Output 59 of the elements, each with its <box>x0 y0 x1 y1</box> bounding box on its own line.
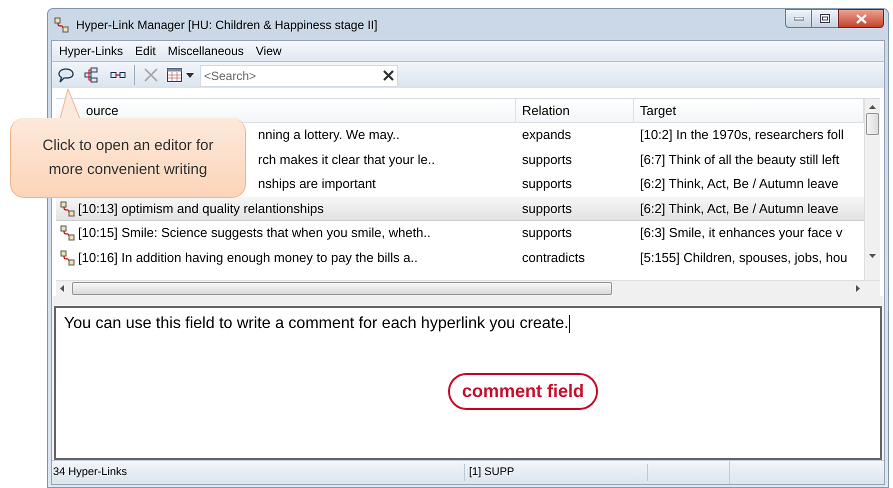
view-dropdown-button[interactable] <box>167 65 194 85</box>
close-icon <box>856 14 866 24</box>
table-cell-text: supports <box>521 200 573 218</box>
scroll-thumb[interactable] <box>866 113 879 135</box>
table-cell-text: supports <box>521 224 573 242</box>
table-cell-text: supports <box>521 150 573 169</box>
menu-item[interactable]: View <box>250 42 287 60</box>
table-cell-text: [5:155] Children, spouses, jobs, hou <box>639 249 848 268</box>
hyperlink-icon <box>54 16 70 32</box>
minimize-button[interactable] <box>785 9 812 28</box>
table-cell-text: [6:3] Smile, it enhances your face v <box>639 224 844 242</box>
scroll-right-icon[interactable] <box>856 285 860 292</box>
status-text: 34 Hyper-Links <box>52 464 465 481</box>
scroll-thumb[interactable] <box>72 282 612 295</box>
hyperlink-icon <box>60 200 76 217</box>
chain-link-icon <box>110 71 126 79</box>
table-row[interactable]: [10:13] optimism and quality relantionships supports [6:2] Think, Act, Be / Autumn leave <box>56 196 864 222</box>
hyperlink-icon <box>60 250 76 266</box>
scroll-up-icon[interactable] <box>869 105 876 109</box>
status-text: [1] SUPP <box>465 464 648 481</box>
table-cell-text: [6:2] Think, Act, Be / Autumn leave <box>639 200 840 218</box>
table-icon <box>167 68 182 82</box>
maximize-button[interactable] <box>812 9 838 28</box>
scroll-left-icon[interactable] <box>60 285 64 292</box>
comment-field-annotation: comment field <box>448 372 598 410</box>
menu-item[interactable]: Hyper-Links <box>54 42 128 60</box>
menu-item[interactable]: Edit <box>130 42 161 60</box>
table-cell-text: expands <box>521 126 572 144</box>
horizontal-scrollbar[interactable] <box>56 280 880 296</box>
caret-icon <box>186 72 194 78</box>
table-cell-text: [6:7] Think of all the beauty still left <box>639 150 840 169</box>
close-button[interactable] <box>838 9 884 28</box>
table-cell-text: [10:16] In addition having enough money to pay the bills a.. <box>78 249 418 268</box>
clear-search-icon[interactable] <box>383 70 394 80</box>
vertical-scrollbar[interactable] <box>864 99 880 280</box>
table-cell-text: nships are important <box>258 175 376 194</box>
hyperlink-icon <box>60 225 76 242</box>
table-cell-text: [10:2] In the 1970s, researchers foll <box>639 126 845 144</box>
table-cell-text: [10:13] optimism and quality relantionships <box>78 200 324 218</box>
comment-field[interactable]: You can use this field to write a comment for each hyperlink you create. comment field <box>54 306 882 460</box>
delete-icon <box>144 68 158 82</box>
table-cell-text: supports <box>521 175 573 194</box>
column-header[interactable]: Target <box>640 100 676 120</box>
menu-item[interactable]: Miscellaneous <box>162 42 249 60</box>
speech-bubble-icon <box>58 67 74 83</box>
scroll-down-icon[interactable] <box>869 254 876 258</box>
table-cell-text: [6:2] Think, Act, Be / Autumn leave <box>639 175 840 194</box>
table-cell-text: rch makes it clear that your le.. <box>258 150 436 169</box>
column-header[interactable]: ource <box>86 100 119 120</box>
table-cell-text: contradicts <box>521 249 586 268</box>
search-field[interactable]: <Search> <box>200 65 398 87</box>
window-title: Hyper-Link Manager [HU: Children & Happiness stage II] <box>76 16 378 34</box>
comment-text: You can use this field to write a comment for each hyperlink you create. <box>64 314 569 334</box>
restore-icon <box>820 14 830 23</box>
tree-icon <box>84 67 100 83</box>
minimize-icon <box>794 16 804 20</box>
table-cell-text: nning a lottery. We may.. <box>258 126 400 144</box>
table-cell-text: [10:15] Smile: Science suggests that when you smile, wheth.. <box>78 224 431 242</box>
column-header[interactable]: Relation <box>522 100 570 120</box>
